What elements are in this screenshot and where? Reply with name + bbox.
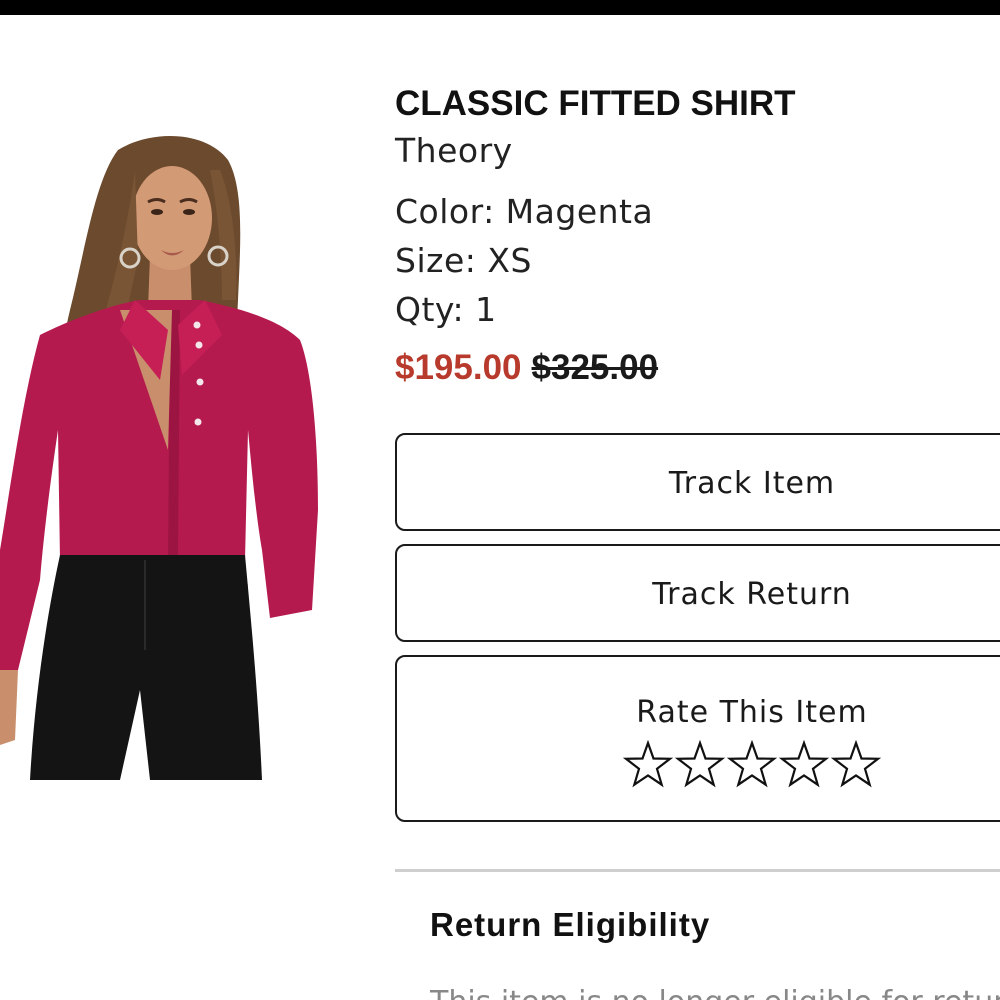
product-quantity: Qty: 1 [395, 290, 497, 329]
star-rating [397, 739, 1000, 791]
track-return-label: Track Return [652, 577, 852, 612]
track-return-button[interactable]: Track Return [395, 544, 1000, 642]
product-title: CLASSIC FITTED SHIRT [395, 84, 796, 123]
original-price: $325.00 [531, 348, 659, 387]
product-image[interactable] [0, 130, 330, 780]
rate-item-card: Rate This Item [395, 655, 1000, 822]
star-2-icon[interactable] [674, 739, 726, 791]
price-row: $195.00 $325.00 [395, 346, 1000, 390]
track-item-label: Track Item [668, 466, 836, 501]
star-3-icon[interactable] [726, 739, 778, 791]
rate-item-label: Rate This Item [636, 695, 868, 730]
return-eligibility-title: Return Eligibility [430, 906, 711, 943]
product-brand: Theory [395, 131, 513, 170]
star-5-icon[interactable] [830, 739, 882, 791]
product-details: CLASSIC FITTED SHIRT Theory Color: Magen… [395, 82, 1000, 390]
star-1-icon[interactable] [622, 739, 674, 791]
product-color: Color: Magenta [395, 192, 654, 231]
top-bar [0, 0, 1000, 15]
order-item-page: CLASSIC FITTED SHIRT Theory Color: Magen… [0, 0, 1000, 1000]
section-divider [395, 869, 1000, 872]
track-item-button[interactable]: Track Item [395, 433, 1000, 531]
product-size: Size: XS [395, 241, 532, 280]
sale-price: $195.00 [395, 348, 522, 387]
return-eligibility-text: This item is no longer eligible for retu… [430, 983, 1000, 1000]
star-4-icon[interactable] [778, 739, 830, 791]
